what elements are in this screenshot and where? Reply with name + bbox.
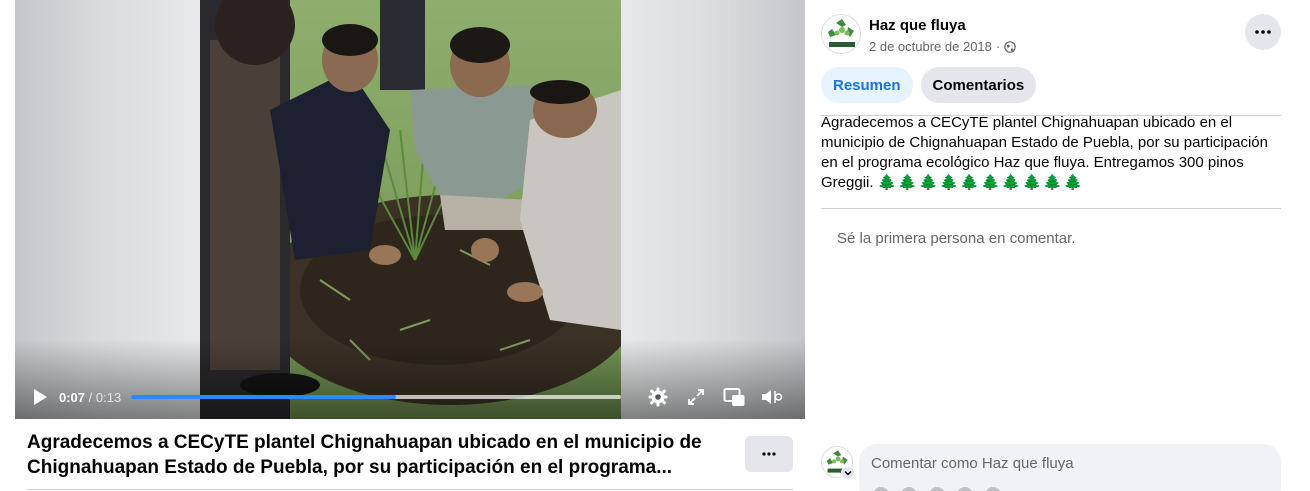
video-time: 0:07 / 0:13 bbox=[59, 390, 121, 405]
comment-input[interactable] bbox=[871, 452, 1271, 474]
video-progress-fill bbox=[131, 395, 396, 399]
post-title: Agradecemos a CECyTE plantel Chignahuapa… bbox=[27, 432, 702, 478]
page-avatar[interactable] bbox=[821, 14, 861, 54]
current-time: 0:07 bbox=[59, 389, 86, 405]
meta-separator: · bbox=[995, 39, 1001, 54]
video-player[interactable]: 0:07 / 0:13 bbox=[15, 0, 805, 419]
video-controls: 0:07 / 0:13 bbox=[15, 375, 805, 419]
post-date[interactable]: 2 de octubre de 2018 bbox=[869, 39, 992, 54]
duration: 0:13 bbox=[95, 389, 122, 405]
title-divider bbox=[27, 489, 793, 490]
globe-icon bbox=[1004, 40, 1017, 53]
play-icon[interactable] bbox=[27, 384, 53, 410]
tab-comentarios[interactable]: Comentarios bbox=[920, 67, 1037, 103]
comment-composer bbox=[859, 444, 1281, 491]
avatar-sticker-icon[interactable] bbox=[873, 487, 889, 491]
tree-emoji-row: 🌲🌲🌲🌲🌲🌲🌲🌲🌲🌲 bbox=[877, 174, 1085, 191]
post-description: Agradecemos a CECyTE plantel Chignahuapa… bbox=[821, 113, 1283, 193]
gif-icon[interactable] bbox=[957, 487, 973, 491]
time-separator: / bbox=[85, 389, 96, 405]
volume-icon[interactable] bbox=[759, 384, 785, 410]
tab-resumen[interactable]: Resumen bbox=[821, 67, 913, 103]
camera-icon[interactable] bbox=[929, 487, 945, 491]
picture-in-picture-icon[interactable] bbox=[721, 384, 747, 410]
composer-tools bbox=[873, 487, 1001, 491]
post-meta: 2 de octubre de 2018 · bbox=[869, 39, 1017, 54]
more-dots-icon bbox=[762, 452, 776, 456]
description-divider bbox=[821, 208, 1281, 209]
video-controls-right bbox=[645, 384, 785, 410]
empty-comments-text: Sé la primera persona en comentar. bbox=[837, 230, 1076, 247]
panel-tabs: Resumen Comentarios bbox=[821, 67, 1037, 103]
sticker-icon[interactable] bbox=[985, 487, 1001, 491]
page-name-link[interactable]: Haz que fluya bbox=[869, 17, 966, 34]
emoji-icon[interactable] bbox=[901, 487, 917, 491]
post-options-button[interactable] bbox=[1245, 14, 1281, 50]
fullscreen-icon[interactable] bbox=[683, 384, 709, 410]
recycle-logo-icon bbox=[828, 19, 855, 47]
video-progress-bar[interactable] bbox=[131, 395, 622, 399]
settings-icon[interactable] bbox=[645, 384, 671, 410]
more-dots-icon bbox=[1255, 30, 1271, 34]
chevron-down-icon[interactable] bbox=[841, 466, 855, 480]
title-more-button[interactable] bbox=[745, 436, 793, 472]
